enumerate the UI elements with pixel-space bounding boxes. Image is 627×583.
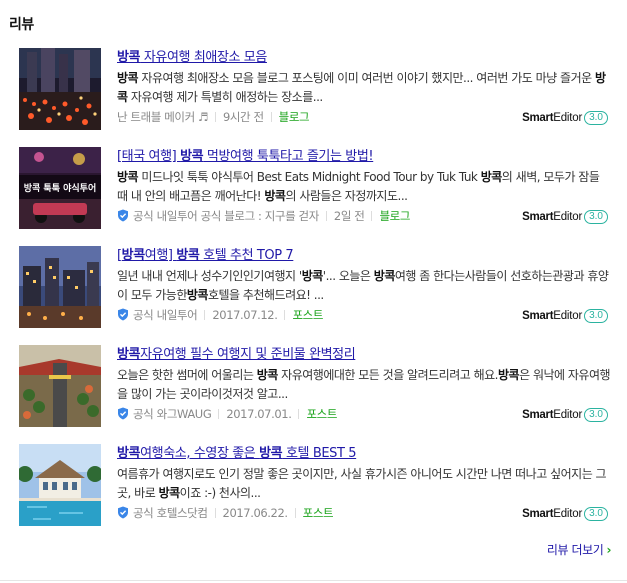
review-thumbnail[interactable] [19,48,101,130]
review-title-link[interactable]: [방콕여행] 방콕 호텔 추천 TOP 7 [117,247,612,264]
review-item: 방콕 자유여행 최애장소 모음방콕 자유여행 최애장소 모음 블로그 포스팅에 … [0,44,627,143]
smarteditor-version: 3.0 [584,507,608,521]
more-reviews-label: 리뷰 더보기 [546,543,604,557]
review-list: 방콕 자유여행 최애장소 모음방콕 자유여행 최애장소 모음 블로그 포스팅에 … [0,44,627,539]
smarteditor-name: Editor [553,310,583,322]
meta-divider [218,409,220,419]
smarteditor-brand: Smart [522,310,554,322]
review-item: 방콕자유여행 필수 여행지 및 준비물 완벽정리오늘은 핫한 썸머에 어울리는 … [0,341,627,440]
meta-divider [371,211,373,221]
review-source[interactable]: 내일투어 공식 블로그 : 지구를 걷자 [157,209,320,223]
meta-divider [284,310,286,320]
meta-divider [214,508,216,518]
review-snippet: 여름휴가 여행지로도 인기 정말 좋은 곳이지만, 사실 휴가시즌 아니어도 시… [117,467,607,500]
official-shield-icon [118,407,128,420]
review-type-link[interactable]: 포스트 [306,407,337,421]
meta-divider [270,112,272,122]
official-shield-icon [118,308,128,321]
smarteditor-brand: Smart [522,211,554,223]
review-type-link[interactable]: 블로그 [279,110,310,124]
more-reviews-link[interactable]: 리뷰 더보기 › [546,541,612,558]
smarteditor-version: 3.0 [584,210,608,224]
review-source[interactable]: 호텔스닷컴 [157,506,208,520]
smarteditor-badge: SmartEditor 3.0 [522,405,608,423]
smarteditor-badge: SmartEditor 3.0 [522,504,608,522]
review-type-link[interactable]: 블로그 [379,209,410,223]
official-badge-label: 공식 [133,506,154,520]
smarteditor-badge: SmartEditor 3.0 [522,207,608,225]
smarteditor-version: 3.0 [584,111,608,125]
review-source[interactable]: 와그WAUG [157,407,212,421]
smarteditor-badge: SmartEditor 3.0 [522,306,608,324]
review-type-link[interactable]: 포스트 [303,506,334,520]
review-date: 2일 전 [333,209,365,223]
smarteditor-version: 3.0 [584,408,608,422]
smarteditor-brand: Smart [522,112,554,124]
review-source[interactable]: 난 트래블 메이커 ♬ [117,110,208,124]
smarteditor-brand: Smart [522,409,554,421]
bottom-divider [0,580,627,581]
thumb-caption: 방콕 툭툭 야식투어 [24,182,97,194]
meta-divider [204,310,206,320]
review-date: 9시간 전 [222,110,264,124]
review-snippet: 일년 내내 언제나 성수기인인기여행지 '방콕'... 오늘은 방콕여행 좀 한… [117,269,609,302]
review-item: [방콕여행] 방콕 호텔 추천 TOP 7 일년 내내 언제나 성수기인인기여행지… [0,242,627,341]
review-thumbnail[interactable] [19,345,101,427]
chevron-right-icon: › [606,543,611,557]
review-date: 2017.06.22. [222,506,289,520]
meta-divider [294,508,296,518]
review-date: 2017.07.12. [212,308,278,322]
smarteditor-brand: Smart [522,508,554,520]
review-item: 방콕여행숙소, 수영장 좋은 방콕 호텔 BEST 5 여름휴가 여행지로도 인기… [0,440,627,539]
review-type-link[interactable]: 포스트 [292,308,323,322]
smarteditor-badge: SmartEditor 3.0 [522,108,608,126]
smarteditor-name: Editor [553,409,583,421]
review-item: 방콕 툭툭 야식투어 [태국 여행] 방콕 먹방여행 툭툭타고 즐기는 방법! 방… [0,143,627,242]
review-title-link[interactable]: [태국 여행] 방콕 먹방여행 툭툭타고 즐기는 방법! [117,148,612,165]
official-shield-icon [118,209,128,222]
review-title-link[interactable]: 방콕여행숙소, 수영장 좋은 방콕 호텔 BEST 5 [117,445,612,462]
official-shield-icon [118,506,128,519]
meta-divider [214,112,216,122]
meta-divider [298,409,300,419]
official-badge-label: 공식 [133,407,154,421]
review-snippet: 방콕 미드나잇 툭툭 야식투어 Best Eats Midnight Food … [117,170,600,203]
review-title-link[interactable]: 방콕자유여행 필수 여행지 및 준비물 완벽정리 [117,346,612,363]
review-thumbnail[interactable] [19,246,101,328]
meta-divider [325,211,327,221]
review-date: 2017.07.01. [226,407,292,421]
official-badge-label: 공식 [133,209,154,223]
review-snippet: 오늘은 핫한 썸머에 어울리는 방콕 자유여행에대한 모든 것을 알려드리려고 … [117,368,611,401]
section-title: 리뷰 [9,17,34,33]
review-title-link[interactable]: 방콕 자유여행 최애장소 모음 [117,49,612,66]
smarteditor-name: Editor [553,211,583,223]
review-snippet: 방콕 자유여행 최애장소 모음 블로그 포스팅에 이미 여러번 이야기 했지만.… [117,71,606,104]
official-badge-label: 공식 [133,308,154,322]
smarteditor-name: Editor [553,112,583,124]
smarteditor-version: 3.0 [584,309,608,323]
review-thumbnail[interactable] [19,444,101,526]
review-source[interactable]: 내일투어 [157,308,198,322]
smarteditor-name: Editor [553,508,583,520]
review-thumbnail[interactable]: 방콕 툭툭 야식투어 [19,147,101,229]
